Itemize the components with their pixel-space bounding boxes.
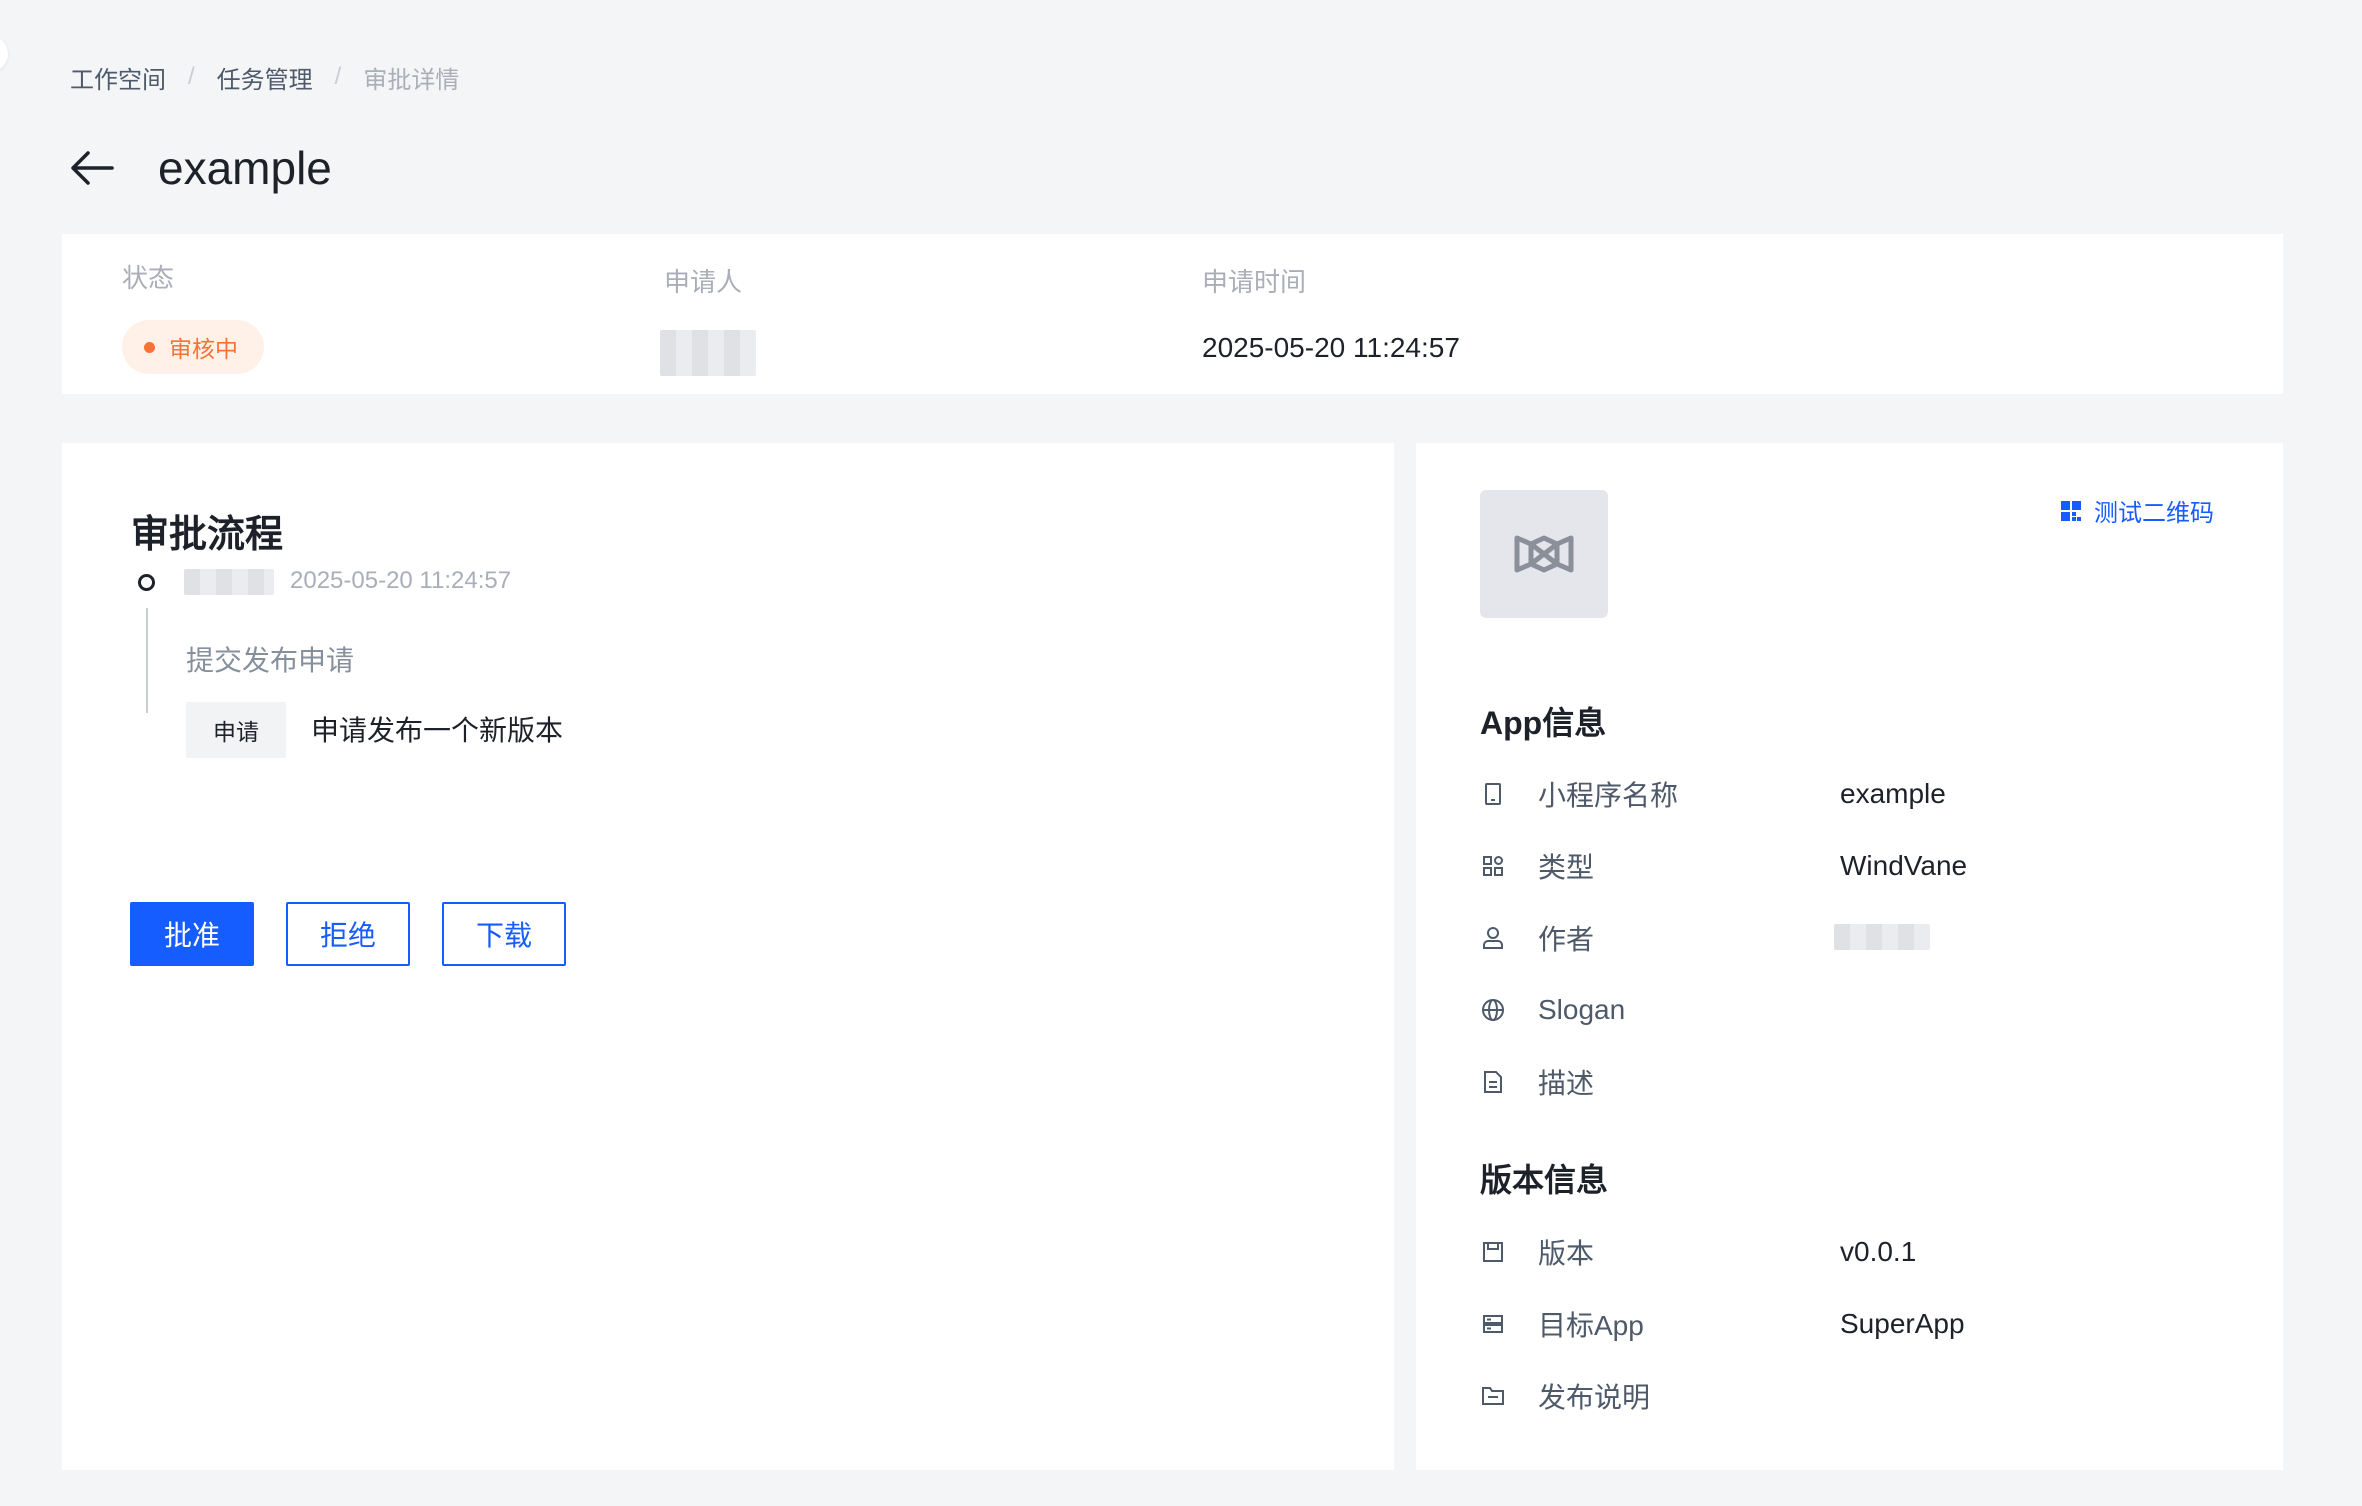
test-qr-code-link[interactable]: 测试二维码 — [2060, 493, 2214, 528]
app-info-card: 测试二维码 App信息 小程序名称 example 类型 WindVane 作者… — [1416, 443, 2283, 1470]
status-badge: 审核中 — [122, 320, 264, 374]
app-info-title: App信息 — [1480, 705, 1607, 741]
info-label: 发布说明 — [1538, 1382, 1651, 1413]
breadcrumb-separator: / — [188, 63, 195, 90]
info-row-type: 类型 WindVane — [1480, 846, 2260, 886]
time-label: 申请时间 — [1202, 267, 1307, 297]
breadcrumb-separator: / — [334, 63, 342, 90]
time-value: 2025-05-20 11:24:57 — [1202, 332, 1460, 363]
reject-button[interactable]: 拒绝 — [286, 902, 410, 966]
file-icon — [1480, 1069, 1506, 1095]
page-title: example — [158, 142, 332, 194]
test-qr-code-label: 测试二维码 — [2094, 500, 2214, 527]
arrow-left-icon[interactable] — [66, 142, 118, 194]
timeline-connector — [146, 608, 148, 713]
timeline-time: 2025-05-20 11:24:57 — [290, 567, 512, 594]
info-row-description: 描述 — [1480, 1062, 2260, 1102]
apps-icon — [1480, 853, 1506, 879]
info-label: 描述 — [1538, 1068, 1595, 1099]
status-label: 状态 — [122, 263, 175, 293]
applicant-avatar-redacted — [660, 330, 756, 376]
info-label: 类型 — [1538, 852, 1595, 883]
folder-icon — [1480, 1383, 1506, 1409]
timeline-node — [138, 574, 155, 591]
status-dot — [144, 341, 155, 353]
status-badge-text: 审核中 — [169, 336, 238, 362]
page-header: example — [66, 132, 332, 204]
breadcrumb-item-tasks[interactable]: 任务管理 — [217, 60, 313, 95]
storage-icon — [1480, 1311, 1506, 1337]
breadcrumb-item-current: 审批详情 — [363, 66, 460, 94]
info-value: SuperApp — [1840, 1308, 1965, 1339]
info-label: 小程序名称 — [1538, 780, 1679, 811]
timeline-tag: 申请 — [186, 702, 286, 758]
summary-card: 状态 审核中 申请人 申请时间 2025-05-20 11:24:57 — [62, 234, 2283, 394]
app-logo-icon — [1480, 490, 1608, 618]
info-label: Slogan — [1538, 994, 1626, 1025]
info-row-name: 小程序名称 example — [1480, 774, 2260, 814]
info-label: 目标App — [1538, 1310, 1644, 1341]
info-value: example — [1840, 778, 1946, 809]
approve-button[interactable]: 批准 — [130, 902, 254, 966]
info-row-target-app: 目标App SuperApp — [1480, 1304, 2260, 1344]
info-row-author: 作者 — [1480, 918, 2260, 958]
author-redacted — [1834, 924, 1930, 950]
info-row-slogan: Slogan — [1480, 990, 2260, 1030]
info-row-version: 版本 v0.0.1 — [1480, 1232, 2260, 1272]
approver-redacted — [184, 569, 274, 595]
qr-code-icon — [2061, 500, 2081, 521]
globe-icon — [1480, 997, 1506, 1023]
sidebar-collapse-handle[interactable] — [0, 36, 8, 72]
version-info-title: 版本信息 — [1480, 1162, 1609, 1198]
approval-title: 审批流程 — [131, 514, 284, 556]
user-icon — [1480, 925, 1506, 951]
phone-icon — [1480, 781, 1506, 807]
breadcrumb: 工作空间 / 任务管理 / 审批详情 — [70, 60, 459, 94]
info-value: v0.0.1 — [1840, 1236, 1917, 1267]
timeline-description: 申请发布一个新版本 — [311, 715, 564, 746]
breadcrumb-item-workspace[interactable]: 工作空间 — [70, 60, 166, 95]
info-label: 作者 — [1538, 924, 1595, 955]
approval-card: 审批流程 2025-05-20 11:24:57 提交发布申请 申请 申请发布一… — [62, 443, 1394, 1470]
info-row-release-notes: 发布说明 — [1480, 1376, 2260, 1416]
save-icon — [1480, 1239, 1506, 1265]
download-button[interactable]: 下载 — [442, 902, 566, 966]
info-label: 版本 — [1538, 1238, 1595, 1269]
info-value: WindVane — [1840, 850, 1968, 881]
applicant-label: 申请人 — [664, 267, 743, 297]
timeline-action: 提交发布申请 — [186, 645, 355, 676]
